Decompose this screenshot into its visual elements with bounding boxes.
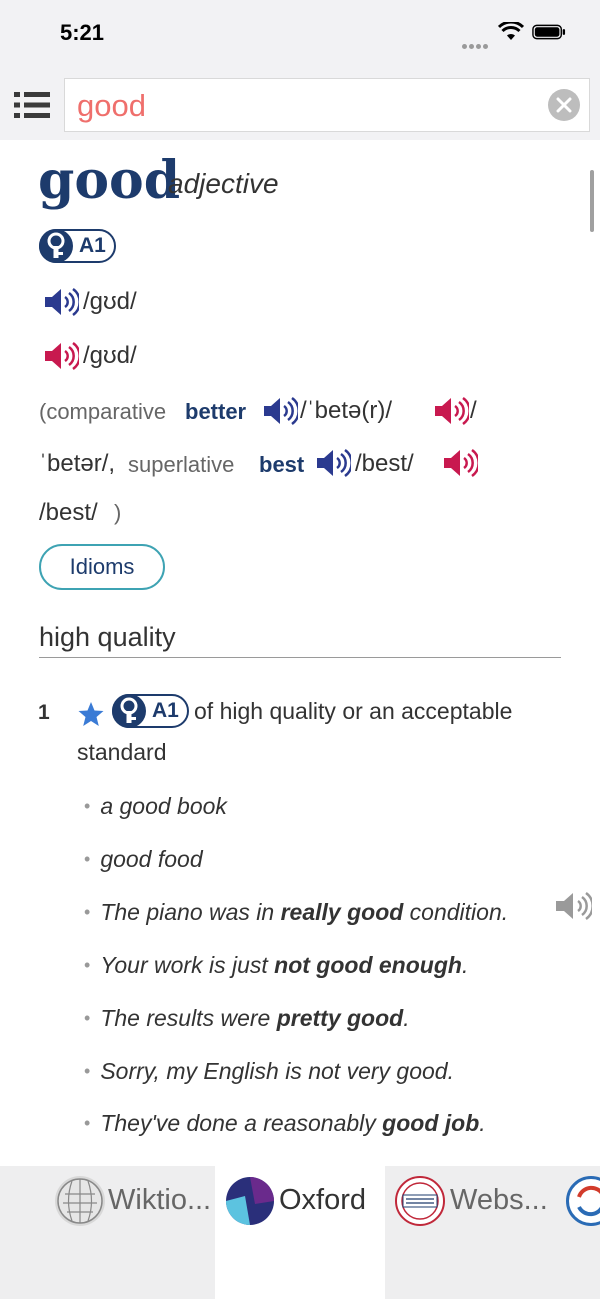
oxford-3000-level-badge[interactable]: A1 [39, 229, 116, 263]
comparative-us-pronunciation-end: ˈbetər/, [39, 450, 116, 477]
star-icon[interactable] [77, 701, 105, 727]
tab-wiktionary[interactable]: Wiktio... [108, 1184, 211, 1217]
battery-icon [532, 24, 566, 40]
sync-icon[interactable] [566, 1176, 600, 1226]
close-icon [556, 97, 572, 113]
shortcut-heading: high quality [39, 622, 176, 652]
superlative-us-speaker-icon[interactable] [442, 448, 478, 478]
comparative-us-pronunciation-start: / [470, 397, 477, 424]
example-sentence: • a good book [84, 793, 227, 819]
example-sentence: • The results were pretty good. [84, 1005, 410, 1031]
comparative-uk-pronunciation: /ˈbetə(r)/ [300, 397, 393, 424]
part-of-speech: adjective [168, 168, 279, 199]
status-bar: 5:21 [0, 0, 600, 66]
wikipedia-globe-icon[interactable] [55, 1176, 105, 1226]
superlative-us-pronunciation: /best/ [39, 499, 98, 526]
wifi-icon [498, 22, 524, 40]
forms-open: (comparative [39, 399, 167, 424]
sense-level-badge[interactable]: A1 [112, 694, 189, 728]
example-sentence: • good food [84, 846, 203, 872]
sense-number: 1 [38, 701, 50, 724]
superlative-uk-pronunciation: /best/ [355, 450, 414, 477]
dictionary-tab-bar: Wiktio... Oxford Webs... [0, 1166, 600, 1299]
superlative-form: best [259, 452, 305, 477]
oxford-logo-icon[interactable] [225, 1176, 275, 1226]
clear-search-button[interactable] [548, 89, 580, 121]
scroll-indicator[interactable] [590, 170, 594, 232]
example-sentence: • The piano was in really good condition. [84, 899, 509, 925]
key-icon [39, 229, 73, 263]
merriam-webster-logo-icon[interactable] [395, 1176, 445, 1226]
uk-pronunciation: /ɡʊd/ [83, 288, 137, 315]
example-sentence: • Your work is just not good enough. [84, 952, 469, 978]
superlative-uk-speaker-icon[interactable] [315, 448, 351, 478]
shortcut-divider [39, 657, 561, 658]
us-pronunciation-speaker-icon[interactable] [43, 341, 79, 371]
tab-oxford[interactable]: Oxford [279, 1184, 366, 1217]
signal-icon [462, 36, 490, 49]
comparative-uk-speaker-icon[interactable] [262, 396, 298, 426]
comparative-us-speaker-icon[interactable] [433, 396, 469, 426]
status-time: 5:21 [60, 20, 105, 45]
us-pronunciation: /ɡʊd/ [83, 342, 137, 369]
definition: of high quality or an acceptable [194, 698, 513, 724]
level-label: A1 [79, 234, 106, 257]
example-audio-speaker-icon[interactable] [554, 890, 592, 922]
example-sentence: • They've done a reasonably good job. [84, 1110, 486, 1136]
forms-close: ) [114, 500, 122, 525]
list-menu-icon[interactable] [14, 91, 50, 119]
definition-continued: standard [77, 739, 167, 765]
uk-pronunciation-speaker-icon[interactable] [43, 287, 79, 317]
example-sentence: • Sorry, my English is not very good. [84, 1058, 454, 1084]
tab-webster[interactable]: Webs... [450, 1184, 548, 1217]
headword: good [38, 150, 181, 211]
key-icon [112, 694, 146, 728]
search-query: good [77, 88, 146, 123]
idioms-button[interactable]: Idioms [39, 544, 165, 590]
comparative-form: better [185, 399, 247, 424]
superlative-label: superlative [128, 452, 235, 477]
search-input[interactable]: good [64, 78, 590, 132]
level-label: A1 [152, 699, 179, 722]
